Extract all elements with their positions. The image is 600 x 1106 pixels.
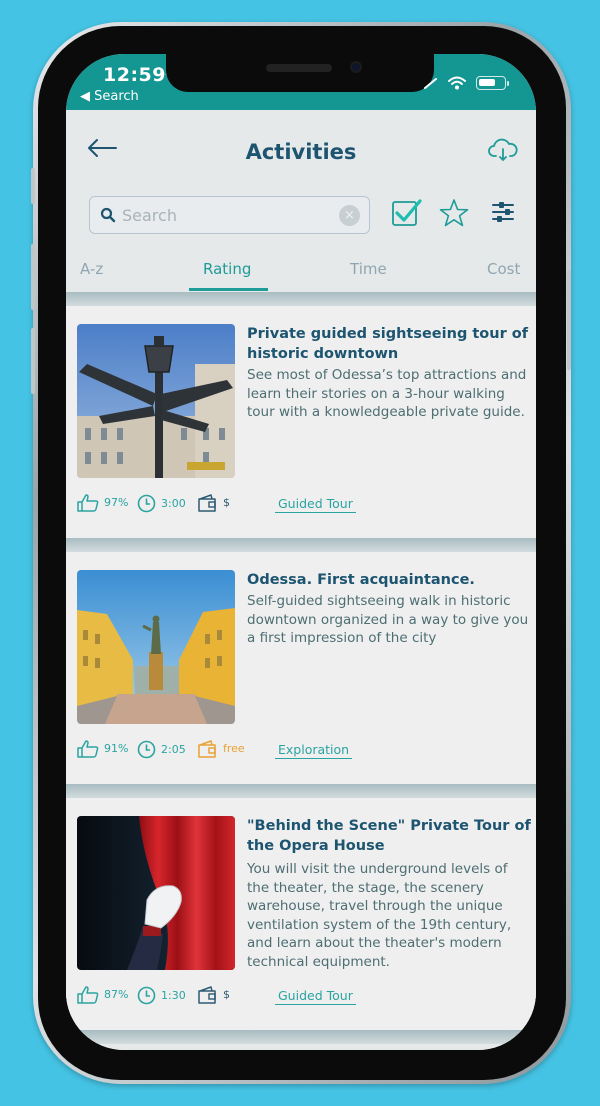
card-separator <box>66 292 536 306</box>
street-sign-photo <box>77 324 235 478</box>
clock-icon <box>137 494 156 513</box>
search-input[interactable] <box>122 203 322 227</box>
status-bar: 12:59 ◀ Search <box>66 54 536 110</box>
nav-bar: Activities <box>66 110 536 184</box>
rating-value: 97% <box>104 496 129 509</box>
activity-card[interactable]: Odessa. First acquaintance. Self-guided … <box>66 552 536 784</box>
status-icons <box>424 76 509 90</box>
clear-search-button[interactable]: × <box>339 205 360 226</box>
side-button-power <box>567 270 571 370</box>
activity-meta: 97% 3:00 $ Guided Tour <box>77 494 527 514</box>
activity-title[interactable]: "Behind the Scene" Private Tour of the O… <box>247 816 532 856</box>
activity-list: Private guided sightseeing tour of histo… <box>66 292 536 1044</box>
search-field[interactable]: × <box>89 196 370 234</box>
cost: $ <box>198 986 230 1004</box>
thumbs-up-icon <box>77 986 99 1004</box>
battery-fill <box>479 79 496 86</box>
side-button-volume-down <box>31 328 35 394</box>
card-separator <box>66 1030 536 1044</box>
rating-value: 87% <box>104 988 129 1001</box>
screen: 12:59 ◀ Search Activities Search × A-z R… <box>66 54 536 1050</box>
duration-value: 3:00 <box>161 496 186 510</box>
tab-a-z[interactable]: A-z <box>80 260 103 278</box>
activity-meta: 87% 1:30 $ Guided Tour <box>77 986 527 1006</box>
rating: 91% <box>77 740 128 758</box>
rating: 87% <box>77 986 128 1004</box>
page-title: Activities <box>245 140 357 164</box>
activity-description: You will visit the underground levels of… <box>247 861 512 970</box>
category-tag[interactable]: Guided Tour <box>275 496 356 513</box>
duke-monument-photo <box>77 570 235 724</box>
card-separator <box>66 538 536 552</box>
duration: 1:30 <box>137 986 186 1005</box>
search-icon <box>100 207 116 223</box>
thumbs-up-icon <box>77 494 99 512</box>
category-tag[interactable]: Exploration <box>275 742 353 759</box>
duration: 2:05 <box>137 740 186 759</box>
cost: free <box>198 740 245 758</box>
side-button-silent <box>31 168 35 204</box>
activity-description: Self-guided sightseeing walk in historic… <box>247 593 529 646</box>
activity-title[interactable]: Odessa. First acquaintance. <box>247 570 532 590</box>
tab-cost[interactable]: Cost <box>487 260 520 278</box>
status-time: 12:59 <box>103 64 166 86</box>
duration-value: 1:30 <box>161 988 186 1002</box>
activity-card[interactable]: "Behind the Scene" Private Tour of the O… <box>66 798 536 1030</box>
wallet-icon <box>198 494 216 512</box>
rating: 97% <box>77 494 128 512</box>
wifi-icon <box>448 76 466 90</box>
checkbox-checked-icon[interactable] <box>391 198 423 228</box>
category-tag[interactable]: Guided Tour <box>275 988 356 1005</box>
activity-description: See most of Odessa’s top attractions and… <box>247 367 527 420</box>
clock-icon <box>137 986 156 1005</box>
sort-tabs: A-z Rating Time Cost <box>66 256 536 291</box>
activity-card[interactable]: Private guided sightseeing tour of histo… <box>66 306 536 538</box>
duration: 3:00 <box>137 494 186 513</box>
theater-curtain-photo <box>77 816 235 970</box>
camera <box>350 61 362 73</box>
back-to-search-link[interactable]: ◀ Search <box>80 89 139 104</box>
clock-icon <box>137 740 156 759</box>
activity-meta: 91% 2:05 free Exploration <box>77 740 527 760</box>
signal-icon <box>424 78 437 89</box>
search-row: × <box>66 196 536 236</box>
tab-time[interactable]: Time <box>350 260 387 278</box>
app-content: Activities × <box>66 110 536 1050</box>
tab-rating[interactable]: Rating <box>203 260 251 278</box>
rating-value: 91% <box>104 742 129 755</box>
side-button-volume-up <box>31 244 35 310</box>
cost-value: $ <box>223 988 230 1001</box>
wallet-icon <box>198 740 216 758</box>
speaker <box>266 64 332 72</box>
card-separator <box>66 784 536 798</box>
thumbs-up-icon <box>77 740 99 758</box>
cloud-download-icon[interactable] <box>488 138 518 164</box>
active-tab-indicator <box>189 288 268 291</box>
duration-value: 2:05 <box>161 742 186 756</box>
battery-icon <box>476 76 509 90</box>
cost-value: $ <box>223 496 230 509</box>
wallet-icon <box>198 986 216 1004</box>
cost-value: free <box>223 742 245 755</box>
activity-title[interactable]: Private guided sightseeing tour of histo… <box>247 324 532 364</box>
notch <box>166 54 434 92</box>
star-outline-icon[interactable] <box>438 198 470 228</box>
sliders-icon[interactable] <box>491 201 517 225</box>
cost: $ <box>198 494 230 512</box>
